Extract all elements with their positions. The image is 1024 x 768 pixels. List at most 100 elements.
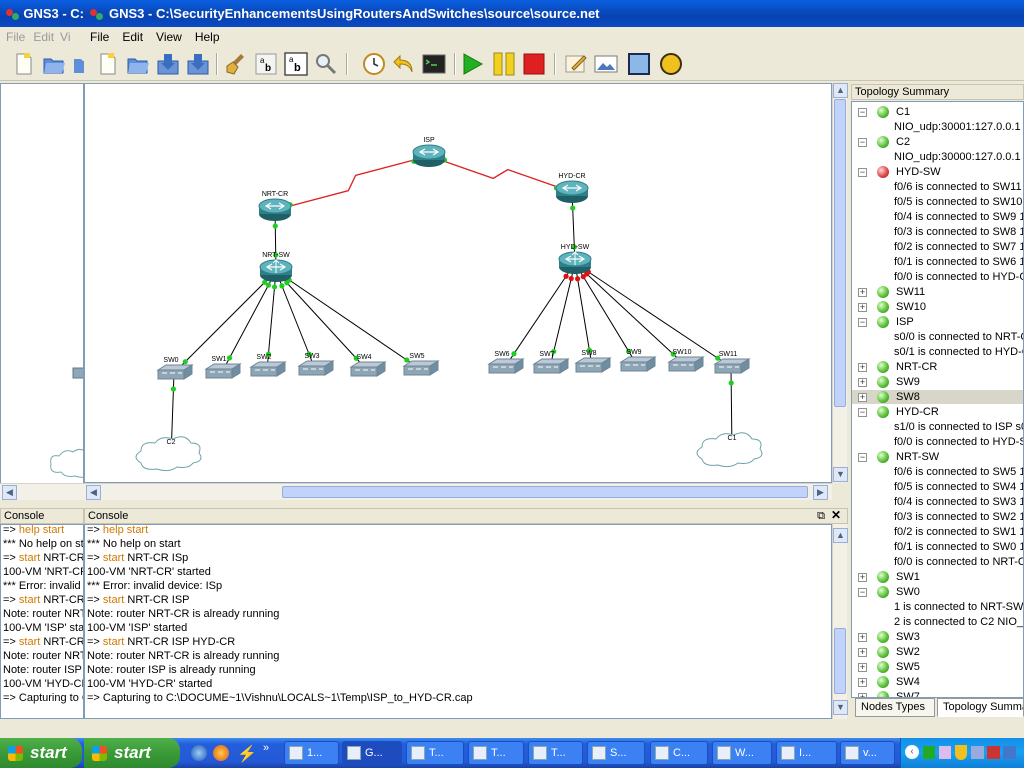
collapse-icon[interactable]: −: [858, 453, 867, 462]
start-button[interactable]: start: [0, 738, 82, 768]
collapse-icon[interactable]: −: [858, 138, 867, 147]
console-vscroll[interactable]: ▲ ▼: [832, 524, 848, 719]
draw-rectangle-icon[interactable]: [627, 52, 651, 76]
port-status-dot-NRT-SW[interactable]: [271, 284, 278, 290]
topology-canvas[interactable]: ISP NRT-CR HYD-CR NRT-SW HYD-SW SW0 SW1 SW2 SW3 S…: [84, 83, 832, 483]
taskbar-task-button[interactable]: G...: [342, 741, 402, 765]
topology-node-sw1[interactable]: [204, 363, 242, 379]
tray-shield-icon[interactable]: [955, 745, 967, 760]
tree-node-row[interactable]: + SW1: [852, 570, 1023, 584]
expand-icon[interactable]: +: [858, 363, 867, 372]
tree-node-row[interactable]: + SW2: [852, 645, 1023, 659]
taskbar-task-button[interactable]: v...: [840, 741, 895, 765]
back-window-titlebar[interactable]: GNS3 - C:: [0, 0, 84, 27]
back-scroll-left-button[interactable]: ◀: [2, 485, 17, 500]
tree-node-row[interactable]: + SW4: [852, 675, 1023, 689]
tree-connection-row[interactable]: 1 is connected to NRT-SW f: [852, 600, 1023, 614]
topology-node-nrt-sw[interactable]: [259, 259, 293, 282]
topology-summary-tree[interactable]: − C1 NIO_udp:30001:127.0.0.1 − C2 NIO_udp:300…: [851, 101, 1024, 698]
back-hscroll[interactable]: ◀: [0, 483, 84, 500]
tree-connection-row[interactable]: f0/1 is connected to SW6 1: [852, 255, 1023, 269]
serial-link-ISP-HYD-CR[interactable]: [428, 155, 573, 193]
expand-icon[interactable]: +: [858, 663, 867, 672]
console-scroll-down-button[interactable]: ▼: [833, 700, 848, 715]
expand-icon[interactable]: +: [858, 633, 867, 642]
back-menu-view[interactable]: Vi: [58, 30, 72, 44]
topology-node-sw8[interactable]: [574, 357, 612, 373]
port-status-dot-HYD-SW[interactable]: [563, 273, 569, 279]
tree-connection-row[interactable]: s0/1 is connected to HYD-C: [852, 345, 1023, 359]
tree-node-row[interactable]: + SW11: [852, 285, 1023, 299]
topology-node-sw6[interactable]: [487, 358, 525, 374]
tree-connection-row[interactable]: f0/3 is connected to SW2 1: [852, 510, 1023, 524]
show-hostnames-icon[interactable]: ab: [254, 52, 278, 76]
quick-launch-winamp-icon[interactable]: ⚡: [237, 744, 257, 764]
taskbar-task-button[interactable]: S...: [587, 741, 645, 765]
tree-connection-row[interactable]: f0/0 is connected to NRT-C: [852, 555, 1023, 569]
tray-monitor-icon[interactable]: [971, 746, 984, 759]
tree-connection-row[interactable]: f0/0 is connected to HYD-C: [852, 270, 1023, 284]
canvas-hscroll[interactable]: ◀ ▶: [84, 483, 832, 500]
canvas-vscroll-thumb[interactable]: [834, 99, 846, 407]
canvas-vscroll[interactable]: ▲ ▼: [832, 83, 848, 483]
tree-node-row[interactable]: + NRT-CR: [852, 360, 1023, 374]
tree-connection-row[interactable]: f0/4 is connected to SW3 1: [852, 495, 1023, 509]
tree-connection-row[interactable]: f0/6 is connected to SW5 1: [852, 465, 1023, 479]
back-canvas[interactable]: [0, 83, 84, 500]
ethernet-link-NRT-SW-SW4[interactable]: [275, 270, 368, 371]
scroll-right-button[interactable]: ▶: [813, 485, 828, 500]
scroll-up-button[interactable]: ▲: [833, 83, 848, 98]
start-button-2[interactable]: start: [84, 738, 180, 768]
suspend-pause-icon[interactable]: [492, 52, 516, 76]
taskbar-task-button[interactable]: C...: [650, 741, 708, 765]
tree-node-row[interactable]: − ISP: [852, 315, 1023, 329]
port-status-dot-HYD-CR[interactable]: [570, 205, 576, 211]
collapse-icon[interactable]: −: [858, 588, 867, 597]
port-status-dot-SW6[interactable]: [511, 351, 517, 357]
expand-icon[interactable]: +: [858, 678, 867, 687]
undock-icon[interactable]: ⧉: [817, 509, 825, 523]
topology-node-sw4[interactable]: [349, 361, 387, 377]
tree-connection-row[interactable]: NIO_udp:30000:127.0.0.1: [852, 150, 1023, 164]
port-status-dot-HYD-SW[interactable]: [568, 275, 574, 282]
quick-launch-firefox-icon[interactable]: [213, 745, 229, 761]
scroll-left-button[interactable]: ◀: [86, 485, 101, 500]
expand-icon[interactable]: +: [858, 303, 867, 312]
tree-connection-row[interactable]: f0/5 is connected to SW10: [852, 195, 1023, 209]
tree-node-row[interactable]: + SW5: [852, 660, 1023, 674]
topology-node-hyd-sw[interactable]: [558, 251, 592, 274]
topology-node-sw10[interactable]: [667, 356, 705, 372]
tree-connection-row[interactable]: f0/1 is connected to SW0 1: [852, 540, 1023, 554]
topology-node-isp[interactable]: [412, 144, 446, 167]
clock-icon[interactable]: [362, 52, 386, 76]
tab-nodes-types[interactable]: Nodes Types: [855, 698, 935, 717]
scroll-down-button[interactable]: ▼: [833, 467, 848, 482]
tray-antivirus-icon[interactable]: [987, 746, 1000, 759]
topology-node-hyd-cr[interactable]: [555, 180, 589, 203]
quick-launch-ie-icon[interactable]: [191, 745, 207, 761]
serial-link-ISP-NRT-CR[interactable]: [274, 155, 430, 211]
port-status-dot-NRT-SW[interactable]: [279, 283, 285, 289]
topology-node-nrt-cr[interactable]: [258, 198, 292, 221]
topology-node-sw3[interactable]: [297, 360, 335, 376]
collapse-icon[interactable]: −: [858, 168, 867, 177]
tree-node-row[interactable]: − C1: [852, 105, 1023, 119]
tree-node-row[interactable]: − HYD-CR: [852, 405, 1023, 419]
console-vscroll-thumb[interactable]: [834, 628, 846, 694]
taskbar-task-button[interactable]: 1...: [284, 741, 339, 765]
save-as-icon[interactable]: [186, 52, 210, 76]
tree-connection-row[interactable]: f0/0 is connected to HYD-S: [852, 435, 1023, 449]
taskbar-task-button[interactable]: T...: [406, 741, 464, 765]
collapse-icon[interactable]: −: [858, 318, 867, 327]
port-status-dot-NRT-SW[interactable]: [265, 282, 272, 288]
console-scroll-up-button[interactable]: ▲: [833, 528, 848, 543]
tray-bluetooth-icon[interactable]: [1003, 746, 1016, 759]
ethernet-link-HYD-SW-SW11[interactable]: [574, 262, 732, 368]
port-status-dot-SW11[interactable]: [728, 380, 734, 386]
expand-icon[interactable]: +: [858, 393, 867, 402]
quick-launch-more-icon[interactable]: »: [263, 742, 269, 754]
menu-edit[interactable]: Edit: [118, 30, 152, 44]
port-status-dot-SW0[interactable]: [170, 386, 177, 392]
new-file-icon[interactable]: [12, 52, 36, 76]
back-console[interactable]: => help start*** No help on start=> star…: [0, 524, 84, 719]
